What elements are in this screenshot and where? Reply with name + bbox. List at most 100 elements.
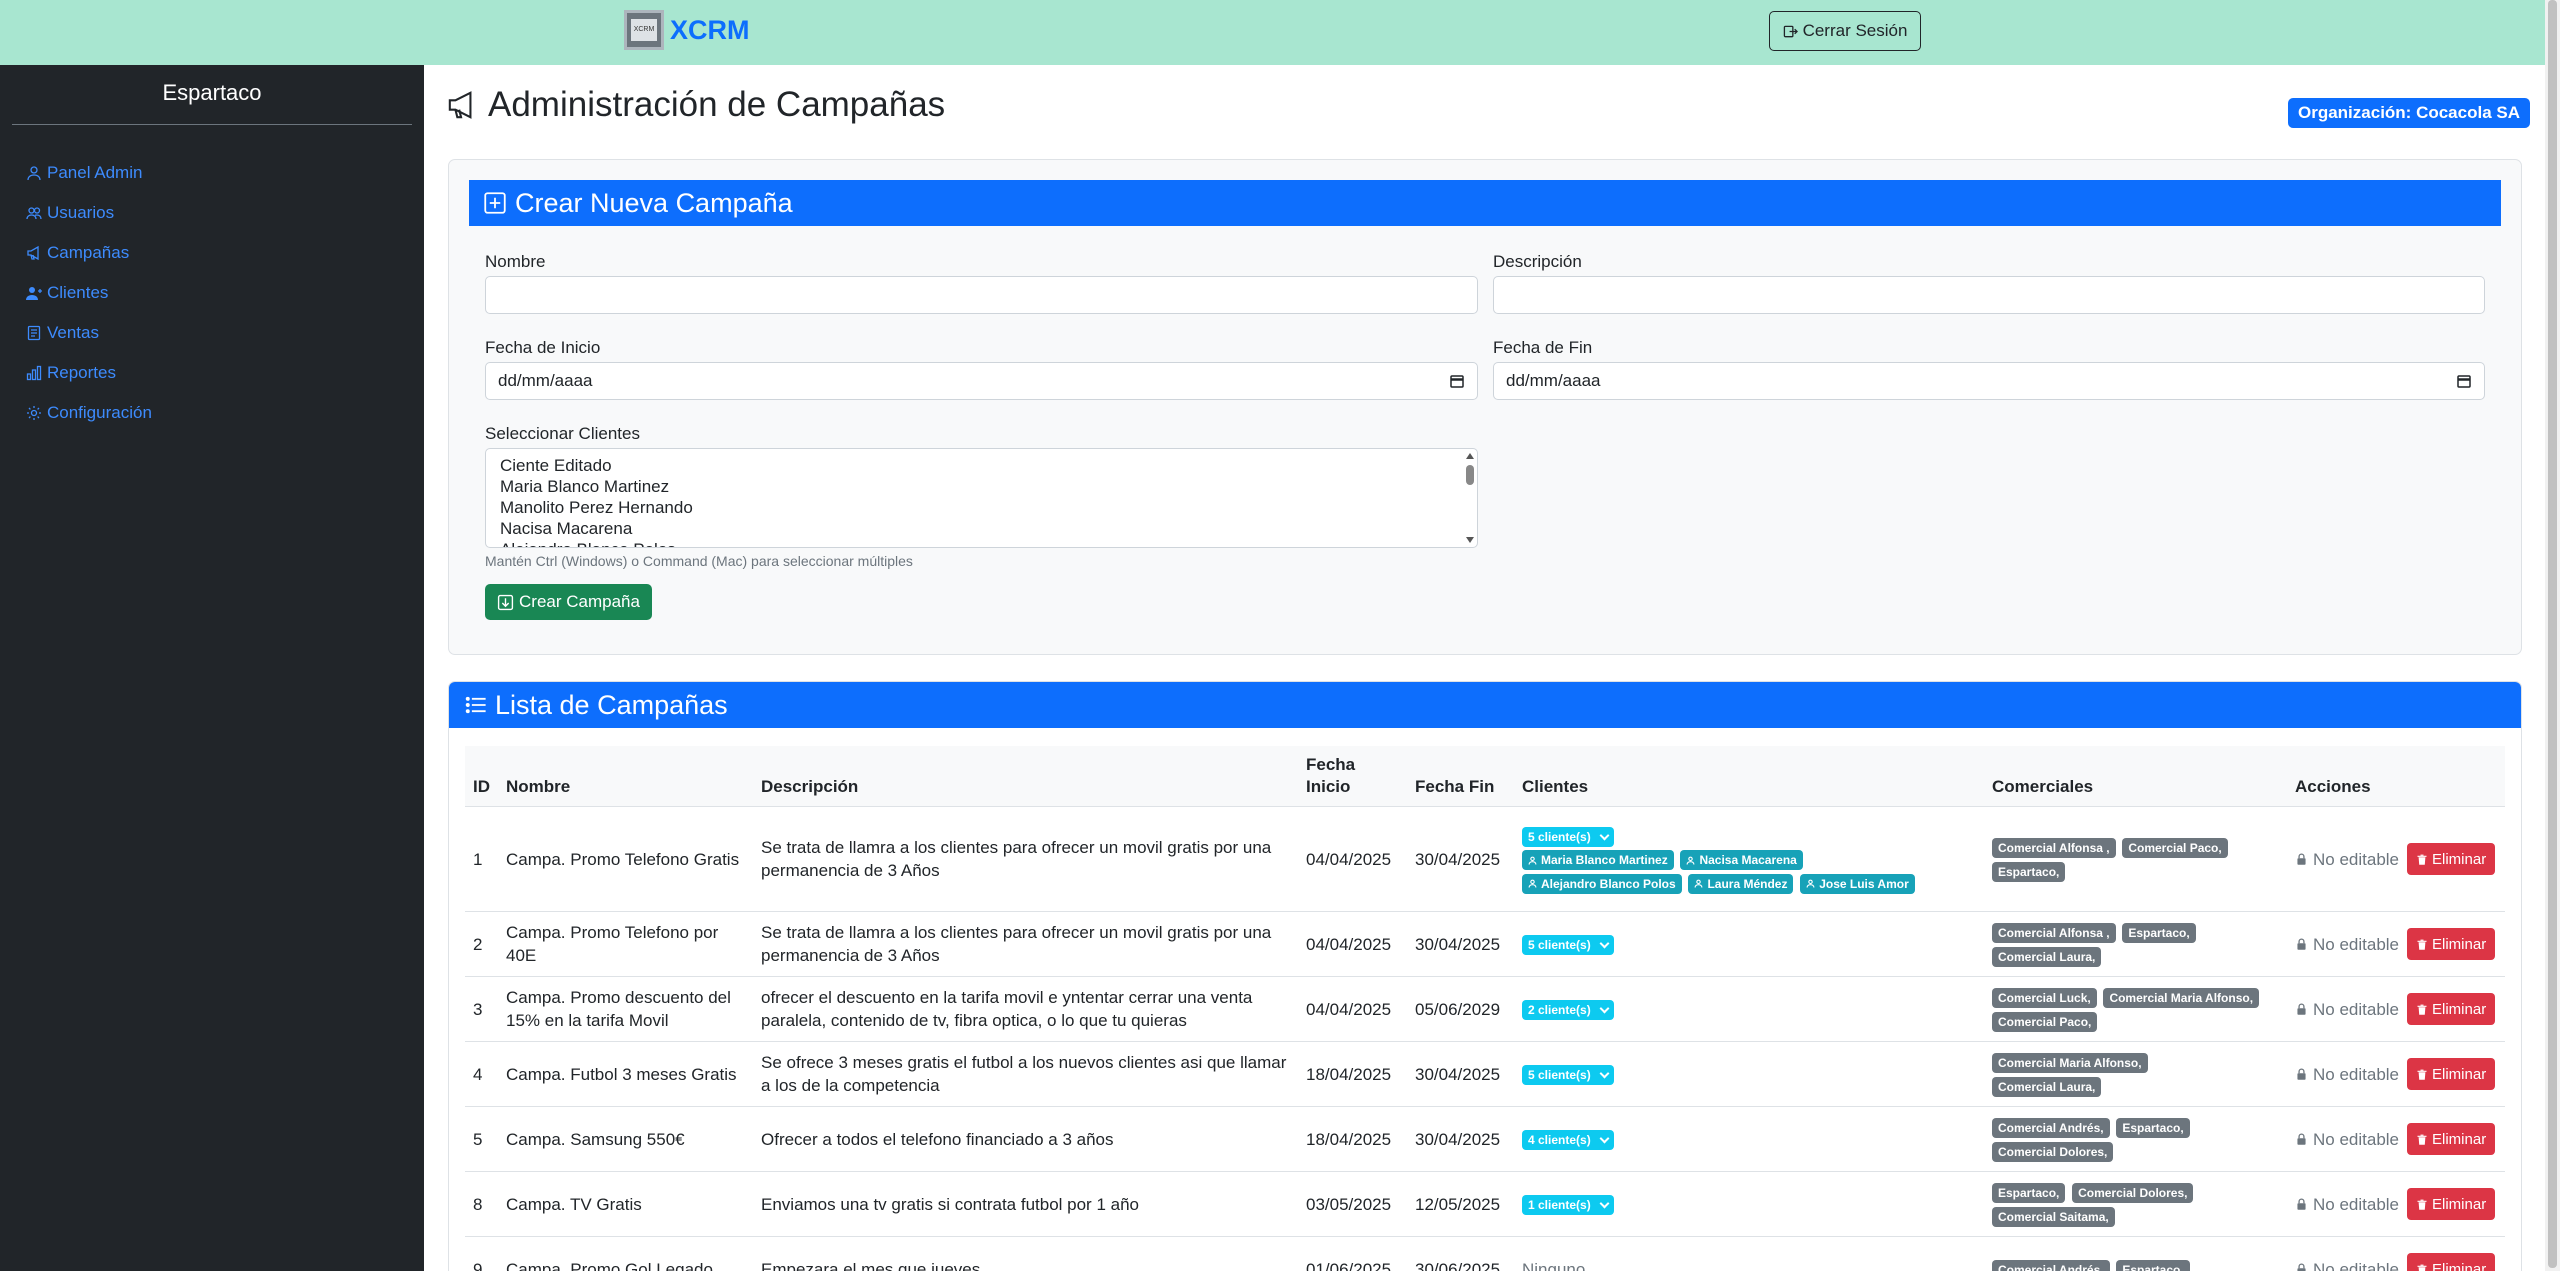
no-editable-text: No editable — [2313, 1259, 2400, 1271]
scroll-up-arrow-icon[interactable] — [1466, 453, 1474, 459]
sidebar-item-usuarios[interactable]: Usuarios — [26, 193, 152, 233]
no-editable-text: No editable — [2313, 1129, 2400, 1149]
comercial-tag: Espartaco, — [2116, 1118, 2190, 1138]
multiselect-scrollbar[interactable] — [1463, 449, 1477, 547]
sidebar-item-panel-admin[interactable]: Panel Admin — [26, 153, 152, 193]
cell-clientes: 5 cliente(s) — [1514, 911, 1984, 977]
delete-button[interactable]: Eliminar — [2407, 843, 2496, 875]
delete-button[interactable]: Eliminar — [2407, 1253, 2496, 1271]
sidebar-item-reportes[interactable]: Reportes — [26, 353, 152, 393]
delete-button[interactable]: Eliminar — [2407, 1058, 2496, 1090]
nombre-input[interactable] — [485, 276, 1478, 314]
plus-square-icon — [484, 192, 506, 214]
fecha-inicio-label: Fecha de Inicio — [485, 338, 601, 357]
clientes-dropdown-badge[interactable]: 5 cliente(s) — [1522, 1065, 1614, 1085]
clientes-count: 5 cliente(s) — [1528, 829, 1591, 844]
comercial-tag: Comercial Laura, — [1992, 1077, 2102, 1097]
page-scrollbar[interactable] — [2545, 0, 2560, 1271]
delete-button[interactable]: Eliminar — [2407, 1123, 2496, 1155]
comercial-tag: Comercial Alfonsa , — [1992, 923, 2116, 943]
comercial-tag: Comercial Paco, — [1992, 1012, 2098, 1032]
client-tag-name: Alejandro Blanco Polos — [1541, 876, 1676, 891]
sidebar-item-configuracion[interactable]: Configuración — [26, 393, 152, 433]
comercial-tag: Comercial Andrés, — [1992, 1260, 2110, 1271]
fecha-inicio-input[interactable]: dd/mm/aaaa — [485, 362, 1478, 400]
no-editable-label: No editable — [2295, 933, 2399, 956]
list-icon — [465, 696, 486, 714]
nombre-label: Nombre — [485, 252, 546, 271]
comercial-tag: Comercial Maria Alfonso, — [1992, 1053, 2148, 1073]
page-scrollbar-thumb[interactable] — [2548, 0, 2557, 1268]
person-plus-icon — [26, 287, 42, 300]
delete-button[interactable]: Eliminar — [2407, 993, 2496, 1025]
trash-icon — [2417, 1264, 2427, 1271]
multiselect-scrollbar-thumb[interactable] — [1466, 465, 1474, 485]
clientes-count: 5 cliente(s) — [1528, 1068, 1591, 1082]
fecha-fin-value: dd/mm/aaaa — [1506, 371, 1601, 390]
delete-button[interactable]: Eliminar — [2407, 1188, 2496, 1220]
calendar-icon[interactable] — [2456, 373, 2472, 389]
megaphone-icon — [27, 245, 39, 261]
clientes-dropdown-badge[interactable]: 5 cliente(s) — [1522, 935, 1614, 955]
clientes-dropdown-badge[interactable]: 2 cliente(s) — [1522, 1000, 1614, 1020]
logout-button[interactable]: Cerrar Sesión — [1769, 11, 1921, 51]
column-header-acciones: Acciones — [2287, 746, 2505, 807]
cell-clientes: 5 cliente(s) Maria Blanco Martinez Nacis… — [1514, 806, 1984, 912]
delete-button-label: Eliminar — [2432, 1000, 2487, 1018]
cell-nombre: Campa. Promo descuento del 15% en la tar… — [498, 976, 753, 1042]
cell-fecha-inicio: 18/04/2025 — [1298, 1106, 1407, 1172]
cell-fecha-inicio: 04/04/2025 — [1298, 976, 1407, 1042]
cell-acciones: No editable Eliminar — [2287, 1236, 2505, 1271]
trash-icon — [2417, 1004, 2427, 1015]
cell-nombre: Campa. Promo Telefono Gratis — [498, 806, 753, 912]
brand[interactable]: XCRM XCRM — [624, 10, 750, 50]
sidebar-item-ventas[interactable]: Ventas — [26, 313, 152, 353]
sidebar-item-campanas[interactable]: Campañas — [26, 233, 152, 273]
cell-fecha-fin: 05/06/2029 — [1407, 976, 1514, 1042]
logout-label: Cerrar Sesión — [1802, 21, 1908, 40]
sidebar-item-label: Configuración — [47, 403, 152, 422]
calendar-icon[interactable] — [1449, 373, 1465, 389]
client-tag: Jose Luis Amor — [1800, 873, 1915, 894]
create-campaign-button[interactable]: Crear Campaña — [485, 584, 652, 620]
clientes-dropdown-badge[interactable]: 1 cliente(s) — [1522, 1195, 1614, 1215]
cell-nombre: Campa. Futbol 3 meses Gratis — [498, 1041, 753, 1107]
clientes-option[interactable]: Alejandro Blanco Polos — [500, 539, 1463, 547]
table-row: 5 Campa. Samsung 550€ Ofrecer a todos el… — [465, 1106, 2505, 1172]
cell-acciones: No editable Eliminar — [2287, 1041, 2505, 1107]
cell-acciones: No editable Eliminar — [2287, 976, 2505, 1042]
clientes-dropdown-badge[interactable]: 5 cliente(s) — [1522, 826, 1614, 847]
person-icon — [27, 166, 41, 181]
clientes-option[interactable]: Manolito Perez Hernando — [500, 497, 1463, 518]
no-editable-label: No editable — [2295, 848, 2399, 871]
create-campaign-title: Crear Nueva Campaña — [515, 187, 793, 218]
delete-button[interactable]: Eliminar — [2407, 928, 2496, 960]
cell-acciones: No editable Eliminar — [2287, 1171, 2505, 1237]
brand-name: XCRM — [670, 14, 750, 45]
lock-icon — [2297, 1068, 2306, 1080]
column-header-nombre: Nombre — [498, 746, 753, 807]
clientes-option[interactable]: Maria Blanco Martinez — [500, 476, 1463, 497]
lock-icon — [2297, 1198, 2306, 1210]
cell-descripcion: Ofrecer a todos el telefono financiado a… — [753, 1106, 1298, 1172]
comercial-tag: Comercial Luck, — [1992, 988, 2097, 1008]
scroll-down-arrow-icon[interactable] — [1466, 537, 1474, 543]
delete-button-label: Eliminar — [2432, 1130, 2487, 1148]
fecha-fin-input[interactable]: dd/mm/aaaa — [1493, 362, 2485, 400]
cell-descripcion: Se trata de llamra a los clientes para o… — [753, 806, 1298, 912]
lock-icon — [2297, 853, 2306, 865]
cell-clientes: 1 cliente(s) — [1514, 1171, 1984, 1237]
column-header-descripcion: Descripción — [753, 746, 1298, 807]
cell-fecha-fin: 30/06/2025 — [1407, 1236, 1514, 1271]
clientes-option[interactable]: Ciente Editado — [500, 455, 1463, 476]
clientes-option[interactable]: Nacisa Macarena — [500, 518, 1463, 539]
create-campaign-button-label: Crear Campaña — [519, 592, 640, 611]
sidebar-item-label: Campañas — [47, 243, 130, 262]
clientes-multiselect[interactable]: Ciente Editado Maria Blanco Martinez Man… — [485, 448, 1478, 548]
no-editable-text: No editable — [2313, 849, 2400, 869]
table-row: 4 Campa. Futbol 3 meses Gratis Se ofrece… — [465, 1041, 2505, 1107]
descripcion-input[interactable] — [1493, 276, 2485, 314]
clientes-dropdown-badge[interactable]: 4 cliente(s) — [1522, 1130, 1614, 1150]
sidebar-item-clientes[interactable]: Clientes — [26, 273, 152, 313]
comercial-tag: Comercial Alfonsa , — [1992, 838, 2116, 858]
